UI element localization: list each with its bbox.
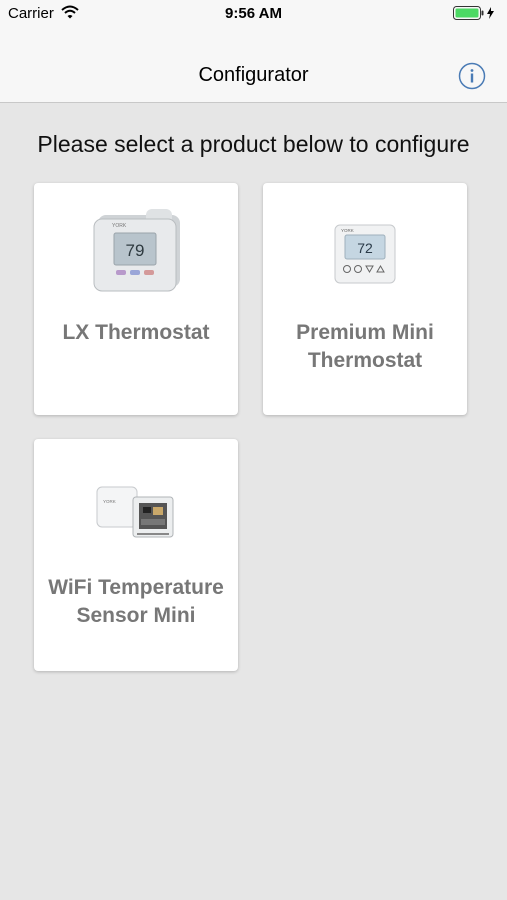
product-name: LX Thermostat — [62, 321, 210, 344]
status-time: 9:56 AM — [225, 5, 282, 22]
product-card-premium-mini-thermostat[interactable]: YORK 72 Premium Mini Thermostat — [263, 183, 467, 415]
status-bar: Carrier 9:56 AM — [0, 0, 507, 28]
page-title: Configurator — [198, 64, 309, 86]
premium-mini-thermostat-image: YORK 72 — [263, 223, 467, 285]
wifi-temperature-sensor-mini-image: YORK — [34, 483, 238, 541]
lx-thermostat-image: YORK 79 — [34, 207, 238, 293]
battery-icon — [453, 6, 497, 24]
lx-display-temp: 79 — [126, 241, 145, 260]
product-card-wifi-temperature-sensor-mini[interactable]: YORK WiFi Temperature Sensor Mini — [34, 439, 238, 671]
sensor-brand: YORK — [103, 499, 116, 504]
premium-brand: YORK — [341, 228, 354, 233]
premium-display-temp: 72 — [357, 240, 373, 256]
instruction-heading: Please select a product below to configu… — [37, 131, 470, 157]
lx-brand: YORK — [112, 223, 127, 229]
product-name: WiFi Temperature Sensor Mini — [48, 576, 224, 627]
navigation-bar: Configurator — [0, 28, 507, 103]
product-card-lx-thermostat[interactable]: YORK 79 LX Thermostat — [34, 183, 238, 415]
product-name: Premium Mini Thermostat — [296, 321, 434, 372]
info-icon[interactable] — [458, 62, 486, 90]
